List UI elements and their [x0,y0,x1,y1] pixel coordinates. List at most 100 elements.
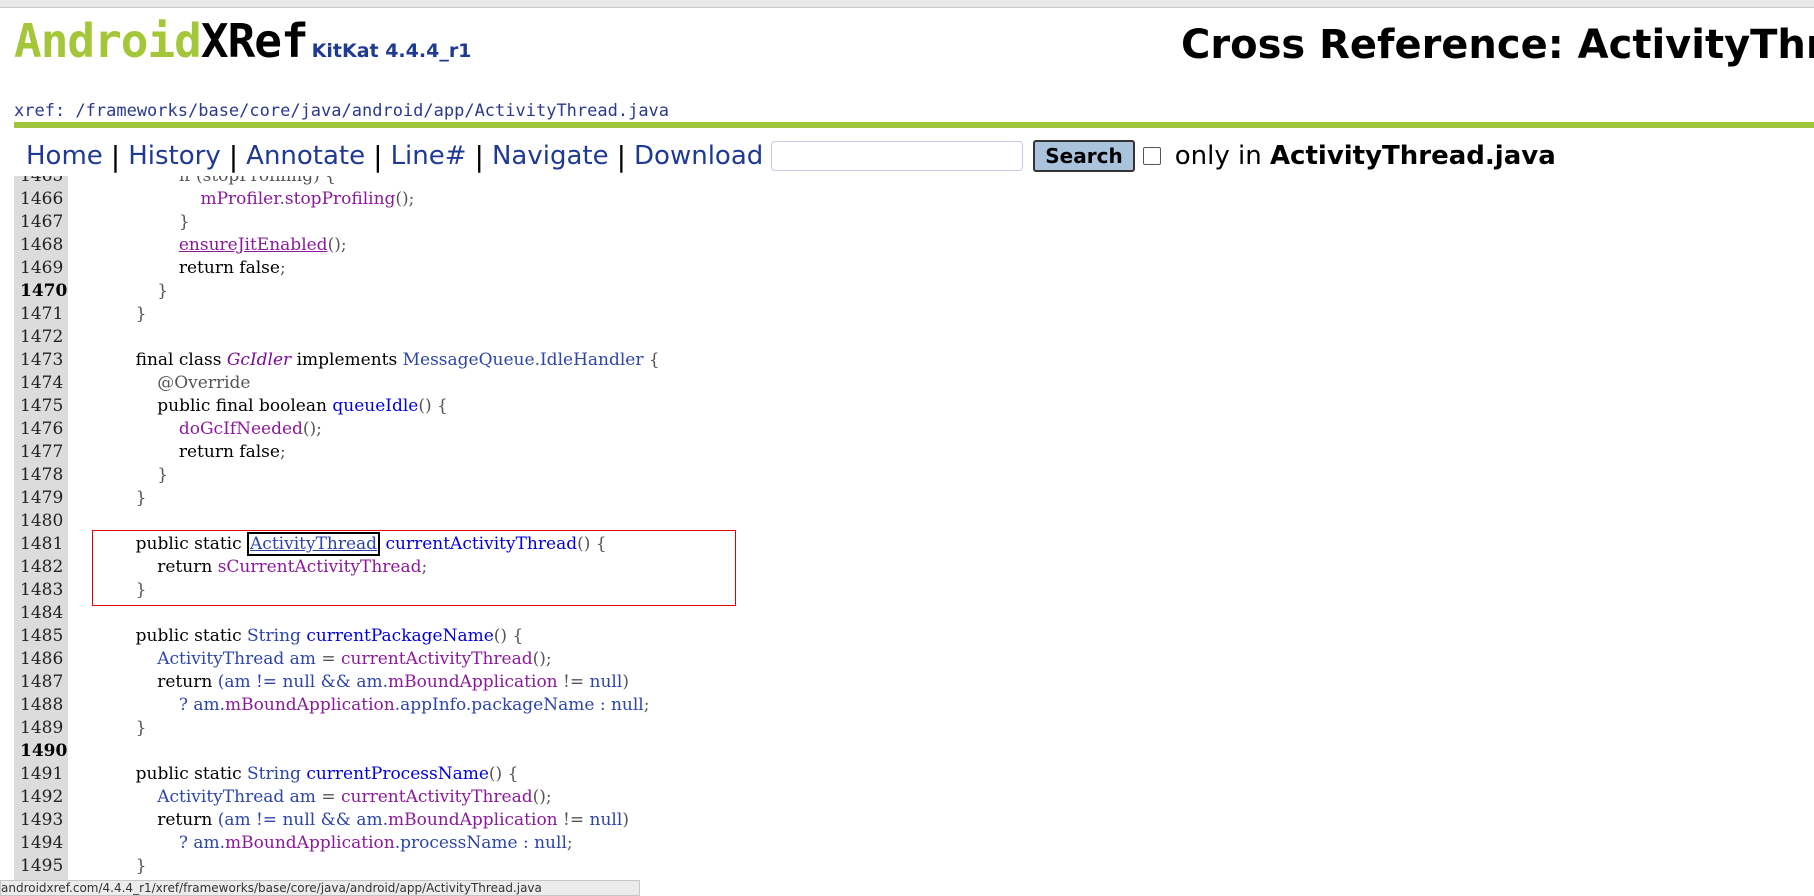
line-number-link[interactable]: 1487 [14,671,68,694]
code-symbol-link[interactable]: .processName : [395,833,534,853]
line-number-link[interactable]: 1488 [14,694,68,717]
nav-annotate-link[interactable]: Annotate [246,141,365,171]
nav-bar: Home | History | Annotate | Line# | Navi… [26,136,1556,176]
line-number-link[interactable]: 1482 [14,556,68,579]
line-number-link[interactable]: 1473 [14,349,68,372]
code-symbol-link[interactable]: mBoundApplication [225,695,395,715]
line-number-link[interactable]: 1491 [14,763,68,786]
line-number-link[interactable]: 1481 [14,533,68,556]
code-symbol-link[interactable]: queueIdle [332,396,418,416]
line-number-link[interactable]: 1468 [14,234,68,257]
line-number-link[interactable]: 1492 [14,786,68,809]
code-symbol-link[interactable]: (am != [218,672,283,692]
code-symbol-link[interactable]: ActivityThread am [157,649,316,669]
code-symbol-link[interactable]: currentActivityThread [341,649,533,669]
code-token: return false [178,442,280,462]
code-symbol-link[interactable]: .appInfo.packageName : [395,695,611,715]
version-label[interactable]: KitKat 4.4.4_r1 [312,40,472,62]
search-input[interactable] [771,141,1024,171]
code-symbol-link[interactable]: mBoundApplication [388,672,558,692]
code-token: = [315,649,341,669]
code-line: 1468 ensureJitEnabled(); [14,234,347,257]
code-symbol-link[interactable]: null [590,672,623,692]
code-symbol-link[interactable]: ActivityThread am [157,787,316,807]
line-number-link[interactable]: 1495 [14,855,68,878]
code-token: = [315,787,341,807]
line-number-link[interactable]: 1467 [14,211,68,234]
code-symbol-link[interactable]: currentActivityThread [341,787,533,807]
line-number-link[interactable]: 1479 [14,487,68,510]
nav-download-link[interactable]: Download [634,141,763,171]
code-symbol-link[interactable]: null [611,695,644,715]
code-symbol-link[interactable]: stopProfiling [285,189,396,209]
line-number-link[interactable]: 1476 [14,418,68,441]
code-token: } [135,856,147,876]
code-line: 1470 } [14,280,168,303]
code-line: 1469 return false; [14,257,286,280]
androidxref-logo[interactable]: AndroidXRef KitKat 4.4.4_r1 [14,14,472,68]
code-line: 1471 } [14,303,146,326]
code-symbol-link[interactable]: mBoundApplication [225,833,395,853]
code-symbol-link[interactable]: GcIdler [227,350,291,370]
nav-history-link[interactable]: History [128,141,221,171]
code-symbol-link[interactable]: MessageQueue [403,350,535,370]
line-number-link[interactable]: 1493 [14,809,68,832]
line-number-link[interactable]: 1470 [14,280,68,303]
line-number-link[interactable]: 1486 [14,648,68,671]
nav-line-link[interactable]: Line# [391,141,467,171]
code-symbol-link[interactable]: null [534,833,567,853]
code-token: final class [135,350,227,370]
nav-separator: | [616,139,627,173]
nav-navigate-link[interactable]: Navigate [492,141,609,171]
code-symbol-link[interactable]: null [590,810,623,830]
code-symbol-link[interactable]: currentProcessName [306,764,489,784]
code-line: 1481 public static ActivityThread curren… [14,532,607,556]
line-number-link[interactable]: 1472 [14,326,68,349]
line-number-link[interactable]: 1466 [14,188,68,211]
nav-separator: | [474,139,484,173]
line-number-link[interactable]: 1480 [14,510,68,533]
code-token: () { [488,764,519,784]
only-in-file-checkbox[interactable] [1142,147,1161,165]
line-number-link[interactable]: 1475 [14,395,68,418]
source-code-view[interactable]: 1465 if (stopProfiling) {1466 mProfiler.… [14,176,1814,882]
code-token: != [557,672,590,692]
line-number-link[interactable]: 1484 [14,602,68,625]
line-number-link[interactable]: 1489 [14,717,68,740]
code-symbol-link[interactable]: && am. [315,672,388,692]
code-token: (); [532,787,552,807]
breadcrumb[interactable]: xref: /frameworks/base/core/java/android… [14,101,669,121]
line-number-link[interactable]: 1490 [14,740,68,763]
line-number-link[interactable]: 1485 [14,625,68,648]
code-line: 1478 } [14,464,168,487]
code-symbol-link[interactable]: String [247,764,301,784]
line-number-link[interactable]: 1465 [14,176,68,188]
code-line: 1485 public static String currentPackage… [14,625,523,648]
line-number-link[interactable]: 1477 [14,441,68,464]
code-symbol-link[interactable]: ? am. [179,695,225,715]
code-symbol-link[interactable]: && am. [315,810,388,830]
code-line: 1488 ? am.mBoundApplication.appInfo.pack… [14,694,649,717]
code-symbol-link[interactable]: mProfiler [200,189,279,209]
code-symbol-link[interactable]: null [282,672,315,692]
code-symbol-link[interactable]: IdleHandler [540,350,644,370]
code-symbol-link[interactable]: mBoundApplication [388,810,558,830]
line-number-link[interactable]: 1471 [14,303,68,326]
code-symbol-link[interactable]: ? am. [179,833,225,853]
line-number-link[interactable]: 1494 [14,832,68,855]
line-number-link[interactable]: 1474 [14,372,68,395]
code-symbol-link[interactable]: ensureJitEnabled [179,235,328,255]
nav-home-link[interactable]: Home [26,141,103,171]
line-number-link[interactable]: 1483 [14,579,68,602]
line-number-link[interactable]: 1478 [14,464,68,487]
code-symbol-link[interactable]: currentPackageName [306,626,493,646]
code-symbol-link[interactable]: doGcIfNeeded [179,419,303,439]
code-symbol-link[interactable]: null [282,810,315,830]
code-symbol-link[interactable]: String [247,626,301,646]
search-button[interactable]: Search [1033,140,1135,172]
code-symbol-link[interactable]: (am != [218,810,283,830]
line-number-link[interactable]: 1469 [14,257,68,280]
